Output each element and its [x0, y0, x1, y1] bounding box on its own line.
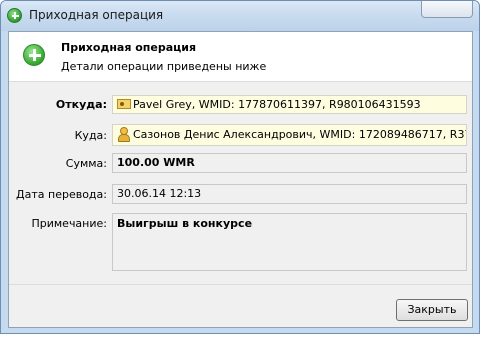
plus-circle-icon: [7, 8, 22, 23]
dialog-window: Приходная операция Приходная операция Де…: [0, 0, 480, 334]
plus-circle-icon: [23, 44, 45, 66]
amount-value: 100.00 WMR: [117, 156, 195, 169]
amount-label: Сумма:: [65, 157, 107, 170]
dialog-body: Приходная операция Детали операции приве…: [8, 31, 473, 328]
window-title: Приходная операция: [29, 8, 164, 22]
note-label: Примечание:: [31, 217, 107, 230]
dialog-footer: Закрыть: [9, 284, 472, 327]
close-button[interactable]: Закрыть: [396, 299, 468, 321]
note-value: Выигрыш в конкурсе: [117, 217, 253, 230]
to-field[interactable]: Сазонов Денис Александрович, WMID: 17208…: [112, 124, 467, 146]
note-field[interactable]: Выигрыш в конкурсе: [112, 213, 467, 271]
from-label: Откуда:: [55, 98, 107, 111]
date-field: 30.06.14 12:13: [112, 184, 467, 204]
header-subtitle: Детали операции приведены ниже: [61, 60, 267, 73]
from-value: Pavel Grey, WMID: 177870611397, R9801064…: [133, 98, 421, 111]
from-field[interactable]: Pavel Grey, WMID: 177870611397, R9801064…: [112, 95, 467, 114]
window-close-button[interactable]: [421, 1, 473, 18]
date-label: Дата перевода:: [16, 188, 107, 201]
id-card-icon: [117, 99, 131, 109]
to-value: Сазонов Денис Александрович, WMID: 17208…: [133, 128, 467, 141]
person-icon: [117, 127, 130, 142]
date-value: 30.06.14 12:13: [117, 187, 202, 200]
header-title: Приходная операция: [61, 41, 197, 54]
to-label: Куда:: [74, 129, 107, 142]
amount-field: 100.00 WMR: [112, 153, 467, 173]
dialog-header: Приходная операция Детали операции приве…: [9, 32, 472, 82]
title-bar[interactable]: Приходная операция: [1, 1, 479, 31]
